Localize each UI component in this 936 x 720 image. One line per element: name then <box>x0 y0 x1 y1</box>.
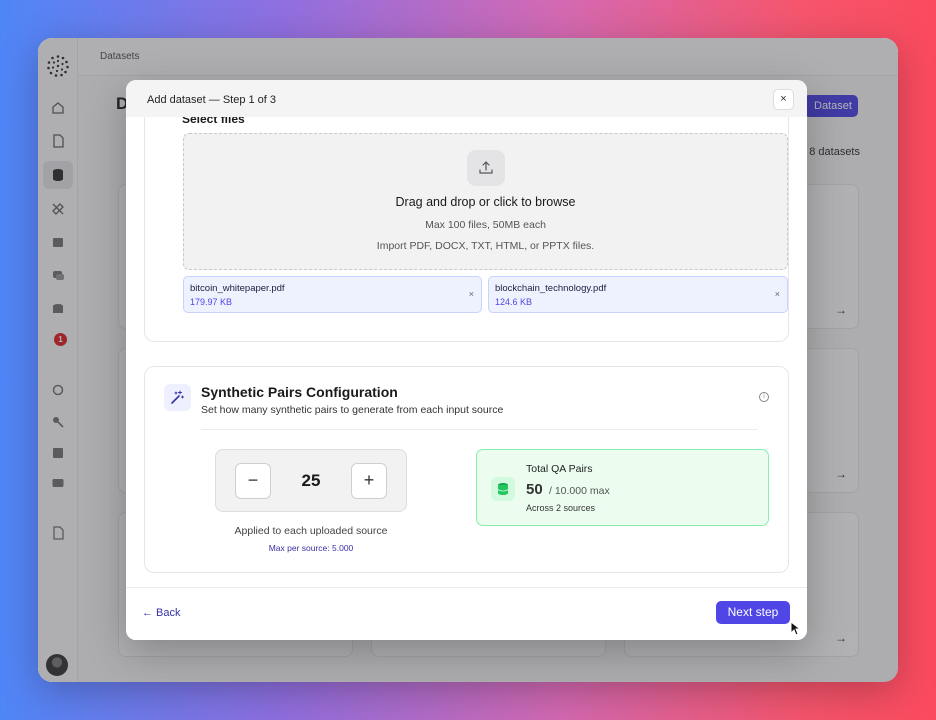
synthetic-title: Synthetic Pairs Configuration <box>201 384 398 400</box>
file-name: blockchain_technology.pdf <box>495 283 607 294</box>
synthetic-pairs-section: Synthetic Pairs Configuration Set how ma… <box>144 366 789 573</box>
back-button[interactable]: ← Back <box>142 607 181 619</box>
dropzone-title: Drag and drop or click to browse <box>395 195 576 209</box>
total-label: Total QA Pairs <box>526 463 593 475</box>
file-chip: blockchain_technology.pdf 124.6 KB × <box>488 276 788 313</box>
modal-body[interactable]: Select files Drag and drop or click to b… <box>126 117 807 587</box>
file-size: 179.97 KB <box>190 297 233 307</box>
total-max: / 10.000 max <box>549 485 610 497</box>
select-files-section: Select files Drag and drop or click to b… <box>144 117 789 342</box>
file-name: bitcoin_whitepaper.pdf <box>190 283 285 294</box>
info-icon[interactable]: i <box>759 392 769 402</box>
file-chip: bitcoin_whitepaper.pdf 179.97 KB × <box>183 276 482 313</box>
remove-file-icon[interactable]: × <box>469 289 474 299</box>
total-qa-pairs-card: Total QA Pairs 50 / 10.000 max Across 2 … <box>476 449 769 526</box>
divider <box>201 429 758 430</box>
magic-wand-icon <box>164 384 191 411</box>
total-across: Across 2 sources <box>526 503 596 513</box>
increment-button[interactable]: + <box>351 463 387 499</box>
file-dropzone[interactable]: Drag and drop or click to browse Max 100… <box>183 133 788 270</box>
max-per-source: Max per source: 5.000 <box>268 543 354 553</box>
mouse-cursor-icon <box>790 621 801 636</box>
modal-footer: ← Back Next step <box>126 587 807 640</box>
next-step-button[interactable]: Next step <box>716 601 790 624</box>
select-files-label: Select files <box>182 117 245 126</box>
total-value: 50 <box>526 481 543 498</box>
remove-file-icon[interactable]: × <box>775 289 780 299</box>
close-button[interactable]: × <box>773 89 794 110</box>
synthetic-subtitle: Set how many synthetic pairs to generate… <box>201 404 504 416</box>
applied-text: Applied to each uploaded source <box>234 525 388 537</box>
database-icon <box>491 477 515 501</box>
modal-header: Add dataset — Step 1 of 3 × <box>126 80 807 117</box>
dropzone-limit: Max 100 files, 50MB each <box>425 219 546 231</box>
file-size: 124.6 KB <box>495 297 533 307</box>
upload-icon <box>467 150 505 186</box>
add-dataset-modal: Add dataset — Step 1 of 3 × Select files… <box>126 80 807 640</box>
modal-title: Add dataset — Step 1 of 3 <box>147 94 277 106</box>
dropzone-types: Import PDF, DOCX, TXT, HTML, or PPTX fil… <box>376 240 595 252</box>
pairs-stepper: − 25 + <box>215 449 407 512</box>
